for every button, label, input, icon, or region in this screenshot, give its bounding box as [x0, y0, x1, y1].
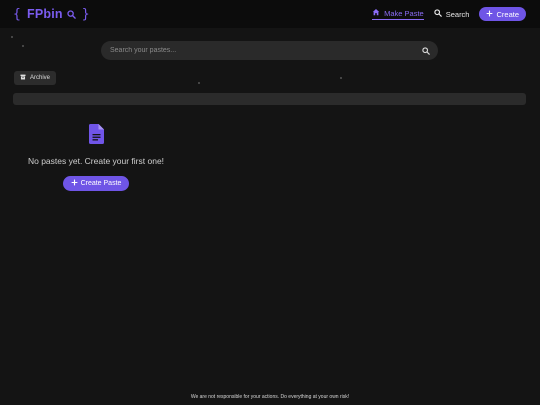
- document-icon: [88, 124, 104, 149]
- search-icon[interactable]: [422, 42, 430, 60]
- create-button-label: Create: [496, 9, 519, 19]
- decor-dot: [22, 45, 24, 47]
- decor-dot: [340, 77, 342, 79]
- footer-disclaimer: We are not responsible for your actions.…: [190, 394, 350, 400]
- empty-state: No pastes yet. Create your first one! Cr…: [13, 124, 179, 191]
- logo-brace-open: {: [13, 6, 22, 22]
- create-paste-button[interactable]: Create Paste: [62, 176, 130, 191]
- toolbar-strip: [13, 93, 526, 105]
- top-navbar: { FPbin } Make Paste Search Create: [0, 0, 540, 28]
- nav-search-label: Search: [445, 9, 470, 19]
- main-nav: Make Paste Search Create: [362, 7, 526, 21]
- nav-make-paste[interactable]: Make Paste: [372, 8, 424, 20]
- nav-search[interactable]: Search: [434, 9, 470, 19]
- logo[interactable]: { FPbin }: [13, 7, 90, 22]
- nav-make-paste-label: Make Paste: [384, 8, 424, 18]
- search-bar: [101, 41, 438, 60]
- search-icon: [434, 9, 442, 19]
- create-button[interactable]: Create: [479, 7, 526, 21]
- archive-box-icon: [20, 74, 26, 82]
- search-icon: [67, 9, 76, 19]
- empty-state-message: No pastes yet. Create your first one!: [27, 156, 165, 166]
- plus-icon: [486, 9, 493, 19]
- page: { FPbin } Make Paste Search Create Searc…: [0, 0, 540, 405]
- logo-name: FPbin: [27, 7, 63, 21]
- logo-brace-close: }: [81, 6, 90, 22]
- home-icon: [372, 8, 380, 18]
- search-input[interactable]: [110, 47, 422, 54]
- archive-button[interactable]: Archive: [14, 71, 57, 85]
- archive-label: Archive: [30, 75, 51, 81]
- create-paste-label: Create Paste: [80, 180, 122, 187]
- decor-dot: [11, 36, 13, 38]
- decor-dot: [198, 82, 200, 84]
- plus-icon: [71, 179, 78, 188]
